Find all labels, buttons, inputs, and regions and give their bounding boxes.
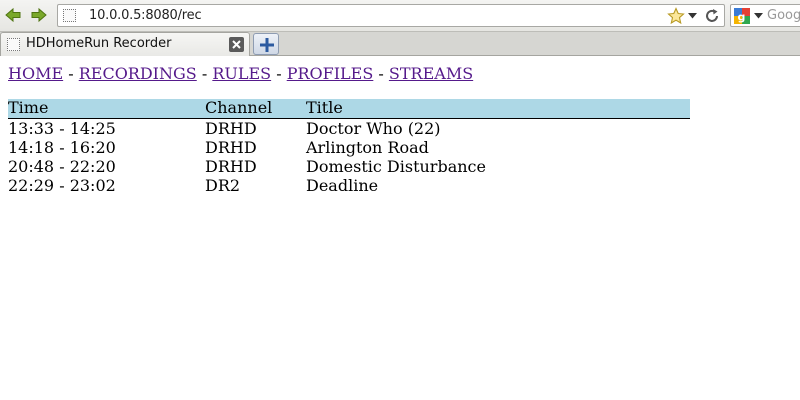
table-row: 13:33 - 14:25 DRHD Doctor Who (22) (8, 118, 690, 138)
google-icon: g (734, 8, 750, 24)
column-header-title: Title (306, 99, 690, 119)
table-row: 22:29 - 23:02 DR2 Deadline (8, 176, 690, 195)
nav-link-rules[interactable]: RULES (212, 64, 271, 83)
forward-arrow-icon (31, 7, 47, 23)
recording-channel: DR2 (205, 175, 241, 195)
tab-strip: HDHomeRun Recorder (0, 31, 800, 56)
recording-time: 13:33 - 14:25 (8, 118, 116, 138)
star-icon[interactable] (667, 7, 685, 25)
recording-channel: DRHD (205, 118, 257, 138)
table-row: 20:48 - 22:20 DRHD Domestic Disturbance (8, 157, 690, 176)
nav-separator: - (271, 64, 287, 83)
table-header-row: Time Channel Title (8, 99, 690, 119)
tab-title: HDHomeRun Recorder (26, 36, 172, 51)
page-icon (63, 9, 76, 22)
recording-title: Domestic Disturbance (306, 156, 486, 176)
recordings-table: Time Channel Title 13:33 - 14:25 DRHD Do… (8, 99, 690, 195)
recording-time: 22:29 - 23:02 (8, 175, 116, 195)
recording-time: 20:48 - 22:20 (8, 156, 116, 176)
search-placeholder: Goog (767, 8, 800, 23)
column-header-time: Time (8, 99, 205, 119)
nav-link-profiles[interactable]: PROFILES (287, 64, 374, 83)
tab-hdhomerun-recorder[interactable]: HDHomeRun Recorder (0, 32, 250, 56)
nav-link-recordings[interactable]: RECORDINGS (79, 64, 197, 83)
chevron-down-icon[interactable] (688, 13, 697, 19)
page-content: HOME - RECORDINGS - RULES - PROFILES - S… (0, 57, 800, 400)
new-tab-button[interactable] (253, 33, 279, 55)
forward-button[interactable] (31, 7, 47, 23)
url-text[interactable]: 10.0.0.5:8080/rec (89, 8, 202, 23)
browser-toolbar: 10.0.0.5:8080/rec g Goog (0, 0, 800, 31)
recording-title: Deadline (306, 175, 379, 195)
chevron-down-icon[interactable] (754, 13, 763, 19)
nav-link-home[interactable]: HOME (8, 64, 63, 83)
recording-time: 14:18 - 16:20 (8, 137, 116, 157)
reload-icon[interactable] (704, 8, 720, 24)
close-icon[interactable] (229, 37, 244, 52)
search-box[interactable]: g Goog (730, 4, 800, 27)
nav-menu: HOME - RECORDINGS - RULES - PROFILES - S… (8, 64, 473, 83)
recording-channel: DRHD (205, 156, 257, 176)
recording-channel: DRHD (205, 137, 257, 157)
nav-separator: - (373, 64, 389, 83)
nav-separator: - (63, 64, 79, 83)
column-header-channel: Channel (205, 99, 306, 119)
plus-icon (260, 38, 274, 52)
back-button[interactable] (5, 7, 21, 23)
nav-separator: - (196, 64, 213, 83)
page-icon (7, 38, 20, 51)
recording-title: Arlington Road (306, 137, 429, 157)
table-row: 14:18 - 16:20 DRHD Arlington Road (8, 138, 690, 157)
address-bar[interactable]: 10.0.0.5:8080/rec (57, 4, 725, 27)
nav-link-streams[interactable]: STREAMS (389, 64, 473, 83)
recording-title: Doctor Who (22) (306, 118, 441, 138)
back-arrow-icon (5, 7, 21, 23)
svg-text:g: g (738, 11, 746, 24)
